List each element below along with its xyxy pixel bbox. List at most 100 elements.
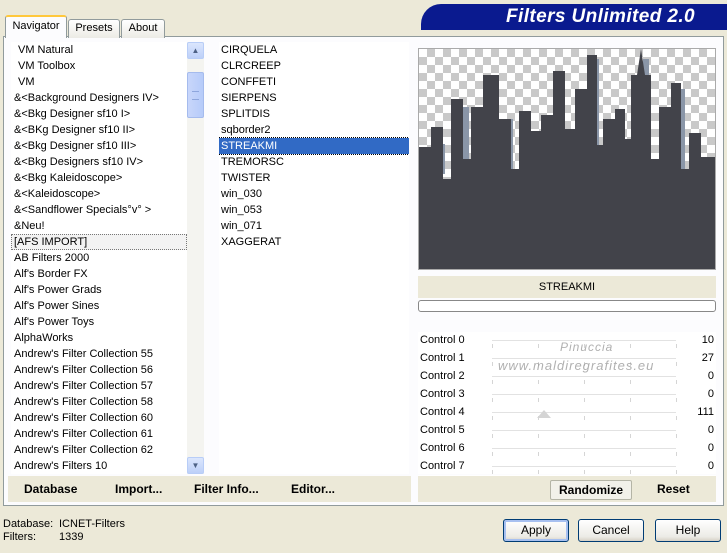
slider-tick bbox=[492, 398, 493, 402]
category-item[interactable]: &<Bkg Kaleidoscope> bbox=[11, 170, 187, 186]
filter-item[interactable]: CONFFETI bbox=[219, 74, 409, 90]
database-value: ICNET-Filters bbox=[59, 518, 125, 530]
control-value: 0 bbox=[707, 424, 714, 436]
category-item[interactable]: VM bbox=[11, 74, 187, 90]
category-item[interactable]: Alf's Border FX bbox=[11, 266, 187, 282]
filter-item[interactable]: TWISTER bbox=[219, 170, 409, 186]
control-row[interactable]: Control 6 0 bbox=[418, 440, 716, 458]
control-value: 0 bbox=[707, 460, 714, 472]
category-item[interactable]: Alf's Power Sines bbox=[11, 298, 187, 314]
category-item[interactable]: [AFS IMPORT] bbox=[11, 234, 187, 250]
filter-list[interactable]: CIRQUELA CLRCREEP CONFFETI SIERPENS SPLITDIS… bbox=[219, 42, 409, 474]
category-item[interactable]: Andrew's Filter Collection 55 bbox=[11, 346, 187, 362]
filter-item[interactable]: SPLITDIS bbox=[219, 106, 409, 122]
category-item[interactable]: Andrew's Filter Collection 58 bbox=[11, 394, 187, 410]
scroll-thumb[interactable] bbox=[187, 72, 204, 118]
category-item[interactable]: &<Bkg Designers sf10 IV> bbox=[11, 154, 187, 170]
tab-about[interactable]: About bbox=[121, 19, 165, 38]
control-slider-track[interactable] bbox=[492, 448, 677, 456]
slider-tick bbox=[492, 416, 493, 420]
category-item[interactable]: &<Kaleidoscope> bbox=[11, 186, 187, 202]
filters-count: 1339 bbox=[59, 531, 84, 543]
import-button[interactable]: Import... bbox=[115, 480, 162, 498]
control-row[interactable]: Control 3 0 bbox=[418, 386, 716, 404]
scroll-up-button[interactable]: ▲ bbox=[187, 42, 204, 59]
filter-item[interactable]: CLRCREEP bbox=[219, 58, 409, 74]
category-item[interactable]: Alf's Power Toys bbox=[11, 314, 187, 330]
filter-item[interactable]: STREAKMI bbox=[219, 137, 409, 155]
control-slider-track[interactable] bbox=[492, 466, 677, 474]
list-toolbar: Database Import... Filter Info... Editor… bbox=[8, 476, 411, 502]
control-label: Control 0 bbox=[420, 334, 465, 346]
filter-item[interactable]: CIRQUELA bbox=[219, 42, 409, 58]
category-item[interactable]: Andrew's Filter Collection 60 bbox=[11, 410, 187, 426]
category-item[interactable]: Andrew's Filters 10 bbox=[11, 458, 187, 474]
category-item[interactable]: &<Background Designers IV> bbox=[11, 90, 187, 106]
category-item[interactable]: &<BKg Designer sf10 II> bbox=[11, 122, 187, 138]
control-slider-track[interactable] bbox=[492, 394, 677, 402]
filter-item[interactable]: SIERPENS bbox=[219, 90, 409, 106]
category-item[interactable]: Andrew's Filter Collection 61 bbox=[11, 426, 187, 442]
control-row[interactable]: Control 7 0 bbox=[418, 458, 716, 476]
category-item[interactable]: &<Sandflower Specials°v° > bbox=[11, 202, 187, 218]
tab-navigator[interactable]: Navigator bbox=[5, 15, 67, 38]
slider-tick bbox=[584, 470, 585, 474]
control-value: 0 bbox=[707, 370, 714, 382]
editor-button[interactable]: Editor... bbox=[291, 480, 335, 498]
control-slider-track[interactable] bbox=[492, 412, 677, 420]
slider-tick bbox=[676, 398, 677, 402]
category-item[interactable]: VM Toolbox bbox=[11, 58, 187, 74]
slider-tick bbox=[584, 398, 585, 402]
slider-tick bbox=[676, 362, 677, 366]
category-item[interactable]: Andrew's Filter Collection 62 bbox=[11, 442, 187, 458]
control-slider-track[interactable] bbox=[492, 376, 677, 384]
slider-tick bbox=[676, 434, 677, 438]
tab-presets[interactable]: Presets bbox=[68, 19, 120, 38]
slider-thumb[interactable] bbox=[537, 410, 551, 418]
slider-tick bbox=[676, 380, 677, 384]
filter-item[interactable]: win_030 bbox=[219, 186, 409, 202]
control-slider-track[interactable] bbox=[492, 430, 677, 438]
control-value: 0 bbox=[707, 442, 714, 454]
control-row[interactable]: Control 4 111 bbox=[418, 404, 716, 422]
slider-tick bbox=[630, 470, 631, 474]
control-label: Control 2 bbox=[420, 370, 465, 382]
filter-item[interactable]: win_053 bbox=[219, 202, 409, 218]
control-value: 10 bbox=[701, 334, 714, 346]
control-label: Control 7 bbox=[420, 460, 465, 472]
category-item[interactable]: Alf's Power Grads bbox=[11, 282, 187, 298]
randomize-button[interactable]: Randomize bbox=[550, 480, 633, 500]
filter-item[interactable]: win_071 bbox=[219, 218, 409, 234]
filter-item[interactable]: TREMORSC bbox=[219, 154, 409, 170]
slider-tick bbox=[492, 344, 493, 348]
help-button[interactable]: Help bbox=[655, 519, 721, 542]
category-item[interactable]: Andrew's Filter Collection 57 bbox=[11, 378, 187, 394]
app-title-banner: Filters Unlimited 2.0 bbox=[421, 4, 727, 30]
slider-tick bbox=[584, 416, 585, 420]
control-row[interactable]: Control 5 0 bbox=[418, 422, 716, 440]
slider-tick bbox=[630, 434, 631, 438]
filter-item[interactable]: XAGGERAT bbox=[219, 234, 409, 250]
category-item[interactable]: AB Filters 2000 bbox=[11, 250, 187, 266]
database-button[interactable]: Database bbox=[24, 480, 77, 498]
category-item[interactable]: &<Bkg Designer sf10 I> bbox=[11, 106, 187, 122]
category-item[interactable]: &Neu! bbox=[11, 218, 187, 234]
scroll-down-button[interactable]: ▼ bbox=[187, 457, 204, 474]
cancel-button[interactable]: Cancel bbox=[578, 519, 644, 542]
apply-button[interactable]: Apply bbox=[503, 519, 569, 542]
category-item[interactable]: VM Natural bbox=[11, 42, 187, 58]
control-label: Control 5 bbox=[420, 424, 465, 436]
control-label: Control 4 bbox=[420, 406, 465, 418]
category-item[interactable]: &<Bkg Designer sf10 III> bbox=[11, 138, 187, 154]
filter-item[interactable]: sqborder2 bbox=[219, 122, 409, 138]
category-list[interactable]: VM Natural VM Toolbox VM &<Background Desig… bbox=[11, 42, 187, 474]
slider-tick bbox=[492, 362, 493, 366]
category-item[interactable]: AlphaWorks bbox=[11, 330, 187, 346]
category-item[interactable]: Andrew's Filter Collection 56 bbox=[11, 362, 187, 378]
slider-tick bbox=[630, 416, 631, 420]
filter-info-button[interactable]: Filter Info... bbox=[194, 480, 259, 498]
reset-button[interactable]: Reset bbox=[657, 480, 690, 498]
slider-tick bbox=[538, 434, 539, 438]
category-scrollbar[interactable]: ▲ ▼ bbox=[187, 42, 204, 474]
slider-tick bbox=[538, 344, 539, 348]
